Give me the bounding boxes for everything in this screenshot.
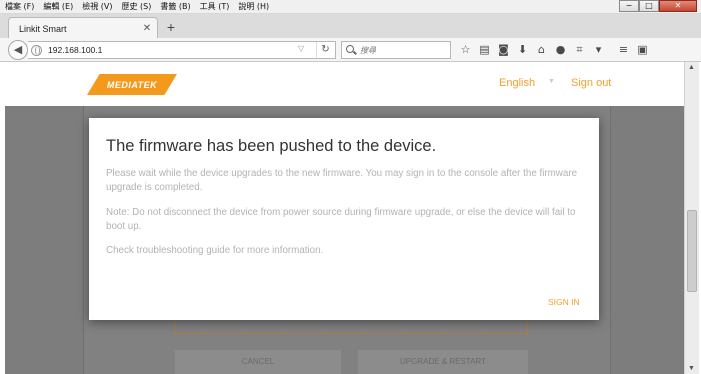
menu-bar: 檔案 (F) 編輯 (E) 檢視 (V) 歷史 (S) 書籤 (B) 工具 (T… (0, 0, 701, 14)
hamburger-menu-icon[interactable]: ≡ (614, 41, 633, 59)
close-window-button[interactable]: ✕ (659, 0, 697, 12)
navigation-bar: ◀ 192.168.100.1 ▽ ↻ 搜尋 ☆ ▤ ◙ ⬇ ⌂ ● ⌗ ▾ ≡… (0, 38, 701, 62)
download-icon[interactable]: ⬇ (513, 41, 532, 59)
dialog-paragraph-wait: Please wait while the device upgrades to… (106, 168, 578, 193)
dialog-paragraph-help: Check troubleshooting guide for more inf… (106, 245, 324, 256)
search-input[interactable]: 搜尋 (341, 41, 451, 59)
tab-bar: Linkit Smart ✕ + (0, 14, 701, 39)
reading-list-icon[interactable]: ▤ (475, 41, 494, 59)
menu-view[interactable]: 檢視 (V) (77, 1, 116, 12)
sign-in-button[interactable]: SIGN IN (548, 297, 580, 307)
tab-close-icon[interactable]: ✕ (140, 23, 154, 34)
caret-down-icon[interactable]: ▼ (548, 78, 555, 85)
tab-title: Linkit Smart (19, 23, 67, 34)
back-arrow-icon: ◀ (13, 44, 23, 56)
reload-icon[interactable]: ↻ (316, 42, 334, 58)
maximize-button[interactable]: □ (639, 0, 659, 12)
search-icon (346, 45, 354, 53)
url-text[interactable]: 192.168.100.1 (48, 45, 102, 55)
star-icon[interactable]: ☆ (456, 41, 475, 59)
page-scrollbar[interactable]: ▲ ▼ (684, 62, 699, 374)
back-button[interactable]: ◀ (8, 40, 28, 60)
url-dropdown-icon[interactable]: ▽ (298, 44, 304, 53)
overflow-icon[interactable]: ▾ (589, 41, 608, 59)
menu-help[interactable]: 說明 (H) (233, 1, 273, 12)
scroll-down-icon[interactable]: ▼ (688, 365, 695, 372)
url-bar[interactable]: 192.168.100.1 ▽ ↻ (28, 41, 336, 59)
extension-icon[interactable]: ▣ (633, 41, 652, 59)
site-header: MEDIATEK English ▼ Sign out (5, 62, 684, 106)
pocket-icon[interactable]: ◙ (494, 41, 513, 59)
scroll-thumb[interactable] (687, 210, 697, 292)
menu-bookmarks[interactable]: 書籤 (B) (155, 1, 194, 12)
cancel-button: CANCEL (175, 350, 341, 374)
window-controls: − □ ✕ (619, 0, 697, 12)
toolbar-icons: ☆ ▤ ◙ ⬇ ⌂ ● ⌗ ▾ ≡ ▣ (456, 41, 652, 59)
upgrade-restart-button: UPGRADE & RESTART (358, 350, 528, 374)
minimize-button[interactable]: − (619, 0, 639, 12)
menu-file[interactable]: 檔案 (F) (0, 1, 38, 12)
dialog-paragraph-note: Note: Do not disconnect the device from … (106, 207, 576, 232)
menu-edit[interactable]: 編輯 (E) (38, 1, 77, 12)
menu-tools[interactable]: 工具 (T) (195, 1, 234, 12)
search-placeholder: 搜尋 (360, 46, 376, 55)
menu-history[interactable]: 歷史 (S) (117, 1, 156, 12)
chat-icon[interactable]: ● (551, 41, 570, 59)
sign-out-link[interactable]: Sign out (571, 77, 611, 89)
new-tab-button[interactable]: + (163, 19, 179, 35)
screenshot-icon[interactable]: ⌗ (570, 41, 589, 59)
language-selector[interactable]: English (499, 77, 535, 89)
tab-linkit-smart[interactable]: Linkit Smart ✕ (8, 17, 158, 39)
home-icon[interactable]: ⌂ (532, 41, 551, 59)
globe-icon (31, 45, 42, 56)
firmware-dialog: The firmware has been pushed to the devi… (89, 118, 599, 320)
dialog-title: The firmware has been pushed to the devi… (106, 137, 437, 155)
mediatek-logo: MEDIATEK (87, 74, 177, 95)
logo-text: MEDIATEK (106, 79, 158, 90)
scroll-up-icon[interactable]: ▲ (688, 64, 695, 71)
